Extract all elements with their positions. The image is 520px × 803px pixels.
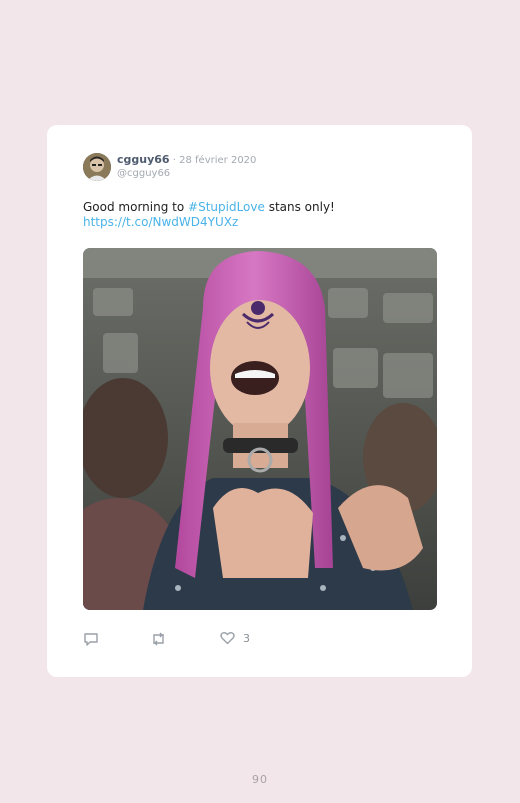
reply-icon — [84, 633, 98, 646]
author-block: cgguy66 · 28 février 2020 @cgguy66 — [117, 153, 256, 180]
avatar[interactable] — [83, 153, 111, 181]
tweet-text: Good morning to #StupidLove stans only! … — [83, 200, 443, 230]
tweet-card: cgguy66 · 28 février 2020 @cgguy66 Good … — [47, 125, 472, 677]
page-number: 90 — [252, 773, 268, 786]
hashtag-link[interactable]: #StupidLove — [188, 200, 265, 214]
username[interactable]: cgguy66 — [117, 153, 170, 166]
separator: · — [169, 155, 180, 166]
tweet-text-end: stans only! — [264, 200, 335, 214]
tweet-header: cgguy66 · 28 février 2020 @cgguy66 — [83, 153, 256, 181]
tweet-actions: 3 — [83, 631, 443, 649]
reply-button[interactable] — [83, 631, 99, 647]
tweet-text-start: Good morning to — [83, 200, 189, 214]
media-image — [83, 248, 437, 610]
tweet-url[interactable]: https://t.co/NwdWD4YUXz — [83, 215, 238, 229]
author-line: cgguy66 · 28 février 2020 — [117, 153, 256, 167]
tweet-media[interactable] — [83, 248, 437, 610]
user-handle[interactable]: @cgguy66 — [117, 167, 256, 180]
like-count: 3 — [243, 631, 250, 645]
avatar-image — [83, 153, 111, 181]
retweet-icon — [153, 632, 164, 646]
like-button[interactable]: 3 — [220, 631, 250, 645]
tweet-date[interactable]: 28 février 2020 — [179, 155, 256, 166]
heart-icon — [220, 632, 235, 645]
retweet-button[interactable] — [150, 631, 167, 647]
